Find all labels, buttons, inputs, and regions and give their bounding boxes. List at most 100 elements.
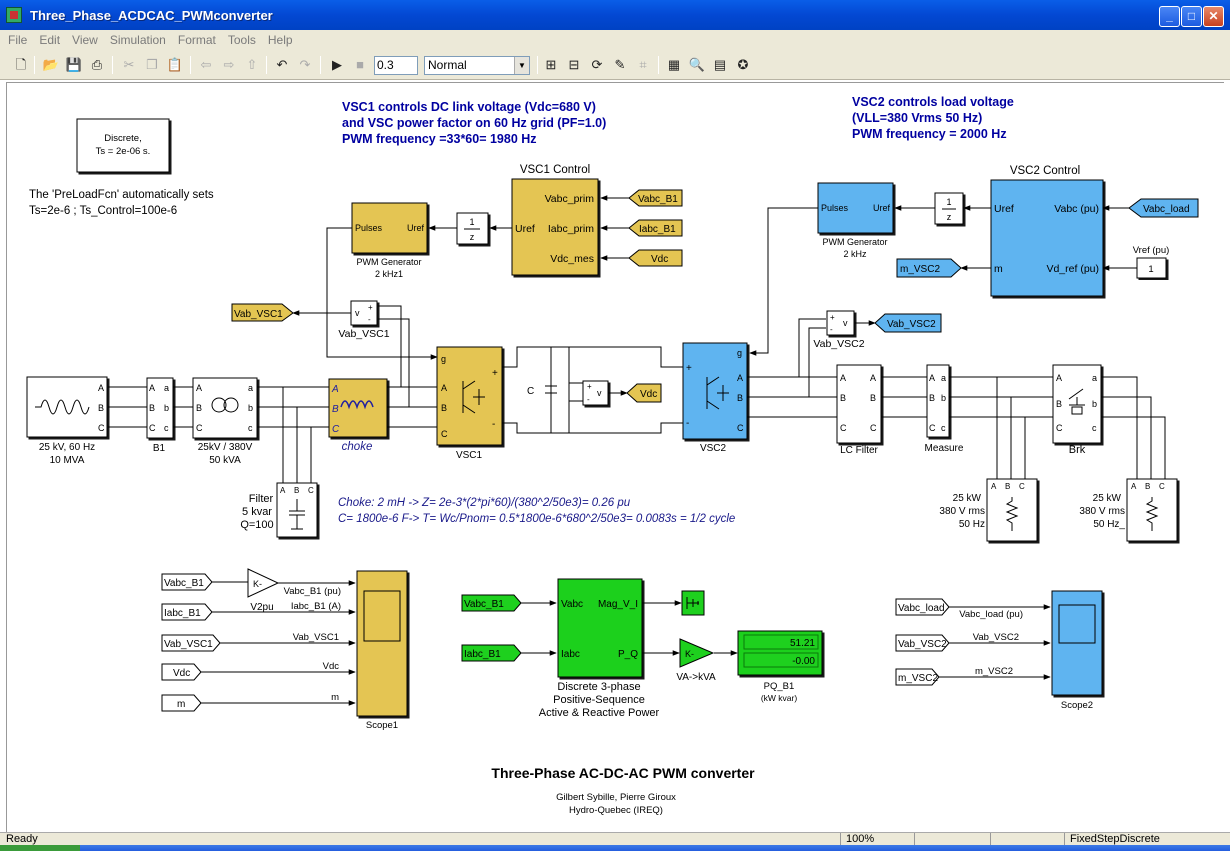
- from-tag-vdc-top[interactable]: Vdc: [628, 249, 683, 267]
- from-tag-vab-vsc2-scope[interactable]: Vab_VSC2: [895, 634, 950, 652]
- vsc2-control-vabc: Vabc (pu): [1054, 203, 1099, 215]
- three-phase-source-block[interactable]: ABC 25 kV, 60 Hz 10 MVA: [26, 376, 108, 466]
- open-icon[interactable]: 📂: [42, 56, 60, 74]
- from-tag-iabc-b1-scope[interactable]: Iabc_B1: [161, 603, 213, 621]
- choke-block[interactable]: ABC choke: [328, 378, 388, 453]
- delay2-num: 1: [946, 197, 951, 207]
- unit-delay1-block[interactable]: 1 z: [456, 212, 489, 245]
- svg-text:c: c: [1092, 423, 1097, 433]
- vsc1-control-block[interactable]: VSC1 Control Vabc_prim Iabc_prim Vdc_mes…: [511, 164, 599, 276]
- lc-filter-block[interactable]: A A B B C C LC Filter: [836, 364, 882, 456]
- unit-delay2-block[interactable]: 1 z: [934, 192, 964, 225]
- from-tag-vabc-b1-pq[interactable]: Vabc_B1: [461, 594, 522, 612]
- model-explorer-icon[interactable]: 🔍: [688, 56, 706, 74]
- vab-vsc2-measurement-block[interactable]: + - v Vab_VSC2: [813, 310, 865, 350]
- update-diagram-icon[interactable]: ⊟: [565, 56, 583, 74]
- start-simulation-icon[interactable]: ▶: [328, 56, 346, 74]
- cut-icon[interactable]: ✂: [120, 56, 138, 74]
- library-browser-icon[interactable]: ▦: [665, 56, 683, 74]
- vref-constant-block[interactable]: 1 Vref (pu): [1133, 245, 1170, 279]
- stop-time-input[interactable]: 0.3: [374, 56, 418, 75]
- pwm-generator1-block[interactable]: Pulses Uref PWM Generator 2 kHz1: [351, 202, 428, 279]
- menu-help[interactable]: Help: [262, 33, 299, 47]
- gain-v2pu-block[interactable]: K- V2pu: [247, 568, 280, 613]
- gain-va-kva-block[interactable]: K- VA->kVA: [676, 638, 716, 683]
- from-tag-m-vsc2-scope[interactable]: m_VSC2: [895, 668, 940, 686]
- model-canvas[interactable]: VSC1 controls DC link voltage (Vdc=680 V…: [6, 82, 1224, 832]
- from-tag-vab-vsc1-scope[interactable]: Vab_VSC1: [161, 634, 221, 652]
- load2-block[interactable]: ABC 25 kW 380 V rms 50 Hz_: [1079, 478, 1178, 542]
- measure-block[interactable]: Aa Bb Cc Measure: [925, 364, 964, 454]
- terminator-block[interactable]: [681, 590, 705, 616]
- b1-label: B1: [153, 443, 166, 454]
- pwm-generator2-block[interactable]: Pulses Uref PWM Generator 2 kHz: [817, 182, 894, 259]
- goto-tag-vab-vsc1[interactable]: Vab_VSC1: [231, 303, 294, 322]
- from-tag-iabc-b1-pq[interactable]: Iabc_B1: [461, 644, 522, 662]
- stop-simulation-icon[interactable]: ■: [351, 56, 369, 74]
- from-tag-vdc-scope[interactable]: Vdc: [161, 663, 202, 681]
- undo-icon[interactable]: ↶: [273, 56, 291, 74]
- b1-measurement-block[interactable]: Aa Bb Cc B1: [146, 377, 174, 454]
- debug-icon[interactable]: ⌗: [634, 56, 652, 74]
- from-tag-m-scope[interactable]: m: [161, 694, 202, 712]
- from-tag-iabc-b1-top[interactable]: Iabc_B1: [628, 219, 683, 237]
- vsc1-control-port2: Iabc_prim: [548, 223, 594, 235]
- chevron-down-icon[interactable]: ▼: [514, 57, 529, 74]
- model-advisor-icon[interactable]: ✎: [611, 56, 629, 74]
- paste-icon[interactable]: 📋: [166, 56, 184, 74]
- note-vsc1-line1: VSC1 controls DC link voltage (Vdc=680 V…: [342, 100, 596, 114]
- vref-value: 1: [1148, 264, 1153, 275]
- menu-file[interactable]: File: [2, 33, 33, 47]
- copy-icon[interactable]: ❐: [143, 56, 161, 74]
- up-icon[interactable]: ⇧: [243, 56, 261, 74]
- vab-vsc1-measurement-block[interactable]: v + - Vab_VSC1: [338, 300, 390, 340]
- pq-in-iabc: Iabc: [561, 649, 580, 660]
- transformer-block[interactable]: ABC abc 25kV / 380V 50 kVA: [192, 377, 258, 466]
- print-icon[interactable]: ⎙: [88, 56, 106, 74]
- menu-edit[interactable]: Edit: [33, 33, 66, 47]
- menu-format[interactable]: Format: [172, 33, 222, 47]
- close-button[interactable]: ✕: [1203, 6, 1224, 27]
- vsc2-control-block[interactable]: VSC2 Control Uref m Vabc (pu) Vd_ref (pu…: [990, 165, 1104, 297]
- scope1-block[interactable]: Scope1: [356, 570, 408, 731]
- pq-measurement-block[interactable]: Vabc Iabc Mag_V_I P_Q Discrete 3-phase P…: [539, 578, 660, 719]
- refresh-icon[interactable]: ⟳: [588, 56, 606, 74]
- scope1-signal4: Vdc: [323, 661, 340, 672]
- from-tag-vabc-b1-top[interactable]: Vabc_B1: [628, 189, 683, 207]
- powergui-block[interactable]: Discrete, Ts = 2e-06 s.: [76, 118, 170, 173]
- vsc2-converter-block[interactable]: g AB C + - VSC2: [682, 342, 748, 454]
- dc-capacitor-block[interactable]: C: [527, 385, 557, 397]
- vdc-voltage-measurement-block[interactable]: + -v: [582, 380, 609, 406]
- build-icon[interactable]: ⊞: [542, 56, 560, 74]
- back-icon[interactable]: ⇦: [197, 56, 215, 74]
- vsc1-converter-block[interactable]: g AB C + - VSC1: [436, 346, 503, 461]
- simulation-mode-select[interactable]: Normal ▼: [424, 56, 530, 75]
- menu-tools[interactable]: Tools: [222, 33, 262, 47]
- debugger-icon[interactable]: ▤: [711, 56, 729, 74]
- gain-va-label: VA->kVA: [676, 672, 716, 683]
- goto-tag-vdc[interactable]: Vdc: [626, 383, 662, 403]
- from-tag-vabc-b1-scope[interactable]: Vabc_B1: [161, 573, 213, 591]
- vsc1-control-out: Uref: [515, 223, 535, 235]
- from-tag-vabc-load[interactable]: Vabc_load: [1128, 198, 1199, 218]
- svg-text:A: A: [840, 373, 846, 383]
- breaker-block[interactable]: Aa Bb Cc Brk: [1052, 364, 1102, 456]
- start-button[interactable]: [0, 845, 80, 851]
- harmonic-filter-block[interactable]: ABC Filter 5 kvar Q=100: [240, 482, 318, 538]
- profiler-icon[interactable]: ✪: [734, 56, 752, 74]
- from-tag-vabc-load-scope[interactable]: Vabc_load: [895, 598, 950, 616]
- save-icon[interactable]: 💾: [65, 56, 83, 74]
- new-icon[interactable]: 🗋: [12, 56, 30, 74]
- pq-display-block[interactable]: 51.21 -0.00 PQ_B1 (kW kvar): [737, 630, 823, 703]
- scope2-block[interactable]: Scope2: [1051, 590, 1103, 711]
- menu-view[interactable]: View: [66, 33, 104, 47]
- load1-block[interactable]: ABC 25 kW 380 V rms 50 Hz: [939, 478, 1038, 542]
- maximize-button[interactable]: □: [1181, 6, 1202, 27]
- menu-simulation[interactable]: Simulation: [104, 33, 172, 47]
- goto-tag-vab-vsc2[interactable]: Vab_VSC2: [874, 313, 942, 333]
- goto-tag-m-vsc2[interactable]: m_VSC2: [896, 258, 962, 278]
- minimize-button[interactable]: _: [1159, 6, 1180, 27]
- redo-icon[interactable]: ↷: [296, 56, 314, 74]
- scope2-signal3: m_VSC2: [975, 666, 1013, 677]
- forward-icon[interactable]: ⇨: [220, 56, 238, 74]
